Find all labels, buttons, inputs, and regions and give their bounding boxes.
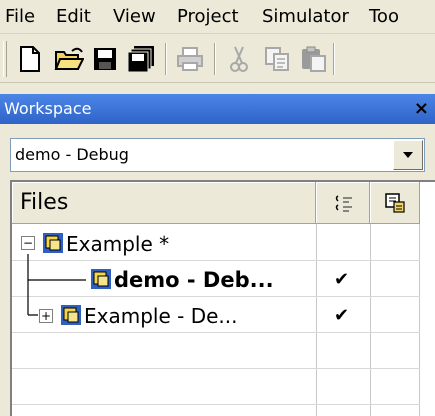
close-icon[interactable]: ×: [414, 94, 429, 124]
tree-row-active-project[interactable]: demo - Deb...: [12, 262, 316, 298]
row-divider: [12, 404, 420, 405]
toolbar-separator: [165, 43, 167, 75]
print-icon[interactable]: [173, 42, 207, 76]
project-icon: [43, 233, 63, 253]
checkmark-icon[interactable]: ✔: [334, 270, 349, 290]
project-icon: [91, 269, 111, 289]
configuration-value: demo - Debug: [15, 145, 129, 164]
tree-item-label: demo - Deb...: [114, 268, 274, 292]
options-column-header[interactable]: [316, 182, 370, 224]
open-folder-icon[interactable]: [52, 42, 86, 76]
file-tree[interactable]: Files − Example * demo - Deb... ✔ + Exam…: [10, 180, 435, 416]
menu-project[interactable]: Project: [177, 6, 239, 28]
menu-simulator[interactable]: Simulator: [262, 6, 349, 28]
expand-icon[interactable]: +: [39, 309, 53, 323]
paste-icon[interactable]: [296, 42, 330, 76]
column-divider: [370, 224, 371, 416]
menu-bar: File Edit View Project Simulator Too: [0, 0, 435, 34]
menu-edit[interactable]: Edit: [56, 6, 91, 28]
tree-item-label: Example *: [66, 232, 170, 256]
menu-file[interactable]: File: [5, 6, 35, 28]
save-all-icon[interactable]: [124, 42, 158, 76]
toolbar-separator: [214, 43, 216, 75]
column-divider: [419, 224, 420, 416]
toolbar-separator: [333, 43, 335, 75]
cut-icon[interactable]: [222, 42, 256, 76]
save-icon[interactable]: [88, 42, 122, 76]
toolbar-grip[interactable]: [3, 41, 7, 77]
tree-row-workspace[interactable]: − Example *: [12, 226, 316, 262]
row-divider: [12, 368, 420, 369]
build-column-header[interactable]: [370, 182, 420, 224]
workspace-title: Workspace: [4, 99, 92, 118]
options-column-icon: [335, 194, 352, 212]
menu-view[interactable]: View: [113, 6, 156, 28]
toolbar: [0, 35, 435, 83]
chevron-down-icon[interactable]: [393, 140, 423, 170]
project-icon: [61, 305, 81, 325]
column-divider: [316, 224, 317, 416]
copy-icon[interactable]: [260, 42, 294, 76]
build-column-icon: [384, 192, 405, 213]
configuration-select[interactable]: demo - Debug: [10, 138, 425, 172]
collapse-icon[interactable]: −: [21, 236, 35, 250]
tree-item-label: Example - De...: [84, 304, 238, 328]
new-file-icon[interactable]: [13, 42, 47, 76]
workspace-title-bar: Workspace ×: [0, 94, 435, 124]
files-column-header[interactable]: Files: [12, 182, 316, 224]
tree-row-project[interactable]: + Example - De...: [12, 298, 316, 334]
checkmark-icon[interactable]: ✔: [334, 306, 349, 326]
menu-tools[interactable]: Too: [369, 6, 399, 28]
